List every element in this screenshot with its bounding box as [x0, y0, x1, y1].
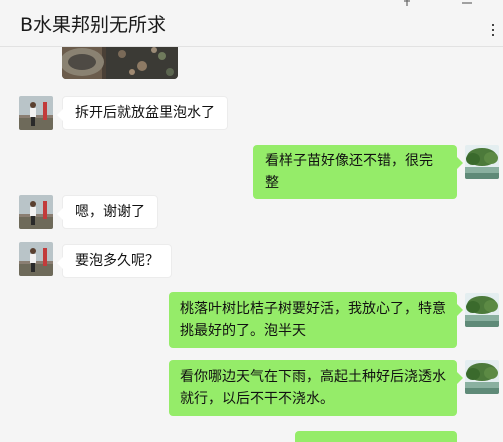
- message-bubble-outgoing: 看你哪边天气在下雨，高起土种好后浇透水就行，以后不干不浇水。: [169, 360, 463, 416]
- message-bubble-incoming: 嗯，谢谢了: [57, 195, 158, 229]
- contact-avatar[interactable]: [19, 242, 53, 276]
- message-bubble-outgoing: 看样子苗好像还不错，很完整: [253, 145, 463, 199]
- message-bubble-incoming: 拆开后就放盆里泡水了: [57, 96, 228, 130]
- message-bubble-outgoing: 桃落叶树比桔子树要好活，我放心了，特意挑最好的了。泡半天: [169, 292, 463, 348]
- chat-title: B水果邦别无所求: [20, 14, 167, 36]
- pin-icon[interactable]: [402, 0, 412, 7]
- image-message[interactable]: [62, 46, 178, 79]
- message-bubble-incoming: 要泡多久呢？: [57, 244, 172, 278]
- my-avatar[interactable]: [465, 293, 499, 327]
- my-avatar[interactable]: [465, 145, 499, 179]
- more-icon[interactable]: [488, 24, 500, 36]
- plant-photo: [62, 46, 178, 79]
- chat-window: B水果邦别无所求 拆开后就放盆里泡水了 看样子苗好像还不错，很完整 嗯，谢谢了 …: [0, 0, 503, 442]
- message-bubble-outgoing-partial: [295, 431, 457, 442]
- chat-header: B水果邦别无所求: [0, 0, 503, 47]
- minimize-icon[interactable]: [462, 0, 472, 6]
- contact-avatar[interactable]: [19, 96, 53, 130]
- my-avatar[interactable]: [465, 360, 499, 394]
- contact-avatar[interactable]: [19, 195, 53, 229]
